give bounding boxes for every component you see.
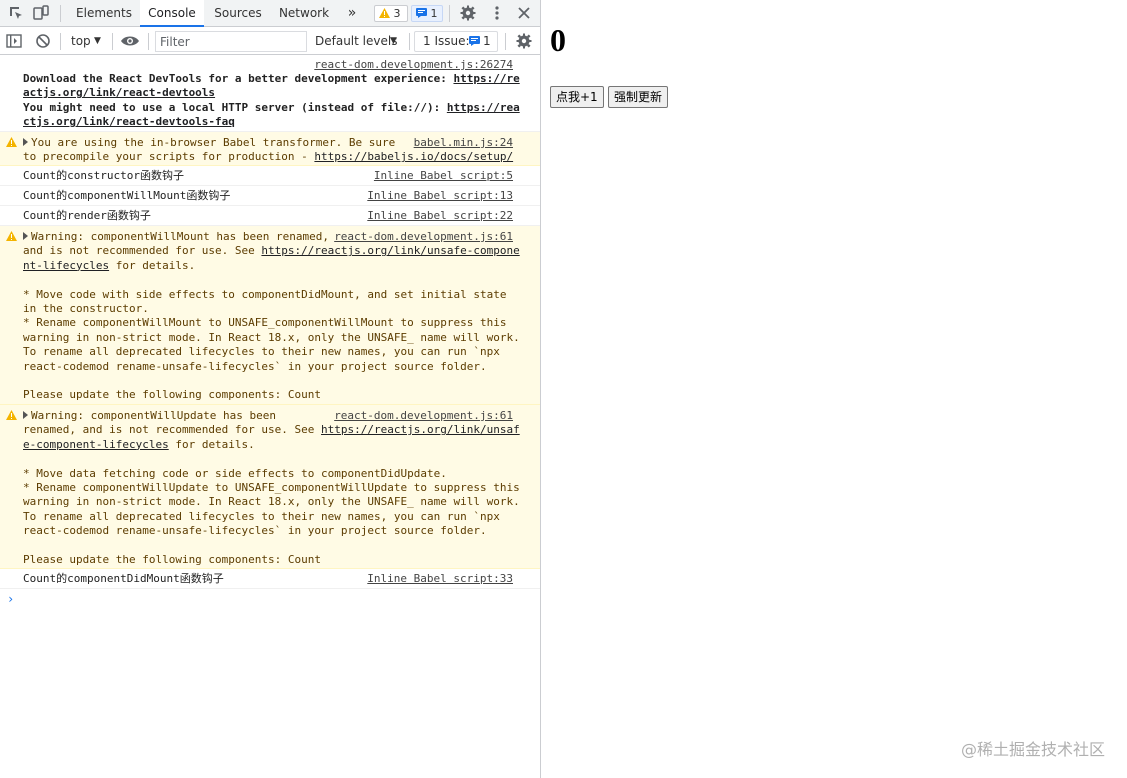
force-update-button[interactable]: 强制更新 bbox=[608, 86, 669, 108]
text: to precompile your scripts for productio… bbox=[23, 150, 315, 164]
devtools-tabbar: Elements Console Sources Network » 3 1 bbox=[0, 0, 540, 27]
console-warning: babel.min.js:24 You are using the in-bro… bbox=[0, 132, 540, 166]
text: for details. bbox=[168, 437, 255, 451]
link[interactable]: https://reactjs.org/link/unsaf bbox=[321, 423, 520, 436]
tab-network[interactable]: Network bbox=[274, 0, 334, 27]
text: * Move data fetching code or side effect… bbox=[23, 466, 520, 567]
message-text: Count的render函数钩子 bbox=[23, 209, 151, 222]
link[interactable]: actjs.org/link/react-devtools bbox=[23, 86, 215, 99]
issues-label: 1 Issue: bbox=[423, 34, 470, 48]
issues-button[interactable]: 1 Issue: 1 bbox=[414, 31, 498, 52]
page-viewport: 0 点我+1 强制更新 @稀土掘金技术社区 bbox=[542, 0, 1127, 778]
source-link[interactable]: Inline Babel script:33 bbox=[367, 572, 513, 586]
inspect-element-icon[interactable] bbox=[7, 4, 25, 22]
message-text: Warning: componentWillMount has been ren… bbox=[0, 230, 520, 403]
tab-console[interactable]: Console bbox=[140, 0, 204, 27]
chevron-down-icon: ▼ bbox=[94, 36, 101, 46]
link[interactable]: nt-lifecycles bbox=[23, 259, 109, 272]
console-warning: react-dom.development.js:61 Warning: com… bbox=[0, 405, 540, 569]
text: for details. bbox=[109, 258, 196, 272]
link[interactable]: https://babeljs.io/docs/setup/ bbox=[314, 150, 513, 163]
text: and is not recommended for use. See bbox=[23, 244, 262, 258]
count-value: 0 bbox=[550, 22, 566, 58]
tab-elements[interactable]: Elements bbox=[68, 0, 140, 27]
log-levels-dropdown[interactable]: Default levels ▼ bbox=[314, 28, 404, 55]
text: * Move code with side effects to compone… bbox=[23, 287, 520, 402]
separator bbox=[148, 33, 149, 50]
messages-badge[interactable]: 1 bbox=[411, 5, 443, 22]
link[interactable]: https://rea bbox=[447, 101, 520, 114]
issues-count: 1 bbox=[483, 34, 491, 48]
source-link[interactable]: react-dom.development.js:26274 bbox=[314, 58, 513, 72]
message-icon bbox=[469, 33, 480, 52]
console-message: Inline Babel script:33 Count的componentDi… bbox=[0, 569, 540, 589]
show-sidebar-icon[interactable] bbox=[5, 32, 23, 50]
close-icon[interactable] bbox=[515, 4, 533, 22]
message-text: Count的constructor函数钩子 bbox=[23, 169, 184, 182]
device-toolbar-icon[interactable] bbox=[32, 4, 50, 22]
console-warning: react-dom.development.js:61 Warning: com… bbox=[0, 226, 540, 405]
console-message: Inline Babel script:5 Count的constructor函… bbox=[0, 166, 540, 186]
log-levels-label: Default levels bbox=[315, 34, 398, 48]
console-message: react-dom.development.js:26274 Download … bbox=[0, 56, 540, 132]
context-value: top bbox=[71, 34, 91, 48]
message-count: 1 bbox=[430, 7, 438, 20]
separator bbox=[409, 33, 410, 50]
warning-count: 3 bbox=[393, 7, 401, 20]
text: You might need to use a local HTTP serve… bbox=[23, 100, 447, 114]
increment-button[interactable]: 点我+1 bbox=[550, 86, 604, 108]
separator bbox=[60, 33, 61, 50]
console-settings-gear-icon[interactable] bbox=[515, 32, 533, 50]
console-prompt[interactable]: › bbox=[7, 592, 14, 606]
text: renamed, and is not recommended for use.… bbox=[23, 423, 322, 437]
expand-triangle-icon[interactable] bbox=[23, 411, 28, 419]
devtools-panel: Elements Console Sources Network » 3 1 t… bbox=[0, 0, 541, 778]
context-selector[interactable]: top ▼ bbox=[66, 28, 108, 55]
link[interactable]: https://reactjs.org/link/unsafe-compone bbox=[261, 244, 519, 257]
warnings-badge[interactable]: 3 bbox=[374, 5, 408, 22]
settings-gear-icon[interactable] bbox=[459, 4, 477, 22]
more-tabs-button[interactable]: » bbox=[340, 0, 364, 27]
message-text: Download the React DevTools for a better… bbox=[0, 72, 520, 130]
console-message: Inline Babel script:22 Count的render函数钩子 bbox=[0, 206, 540, 226]
live-expression-eye-icon[interactable] bbox=[120, 32, 140, 50]
console-messages: react-dom.development.js:26274 Download … bbox=[0, 56, 540, 589]
clear-console-icon[interactable] bbox=[34, 32, 52, 50]
text: Download the React DevTools for a better… bbox=[23, 72, 454, 85]
separator bbox=[449, 5, 450, 22]
expand-triangle-icon[interactable] bbox=[23, 138, 28, 146]
chevron-down-icon: ▼ bbox=[390, 36, 397, 46]
message-text: Count的componentDidMount函数钩子 bbox=[23, 572, 224, 585]
console-message: Inline Babel script:13 Count的componentWi… bbox=[0, 186, 540, 206]
warning-icon bbox=[379, 7, 390, 20]
tab-sources[interactable]: Sources bbox=[208, 0, 268, 27]
link[interactable]: ctjs.org/link/react-devtools-faq bbox=[23, 115, 235, 128]
watermark: @稀土掘金技术社区 bbox=[960, 740, 1105, 759]
console-toolbar: top ▼ Default levels ▼ 1 Issue: 1 bbox=[0, 28, 540, 55]
text: Warning: componentWillUpdate has been bbox=[31, 409, 277, 422]
message-text: Warning: componentWillUpdate has been re… bbox=[0, 409, 520, 567]
source-link[interactable]: Inline Babel script:5 bbox=[374, 169, 513, 183]
message-text: You are using the in-browser Babel trans… bbox=[0, 136, 513, 165]
message-text: Count的componentWillMount函数钩子 bbox=[23, 189, 231, 202]
message-icon bbox=[416, 7, 427, 20]
link[interactable]: e-component-lifecycles bbox=[23, 438, 169, 451]
text: Warning: componentWillMount has been ren… bbox=[31, 230, 330, 243]
link[interactable]: https://re bbox=[453, 72, 519, 85]
separator bbox=[60, 5, 61, 22]
filter-input[interactable] bbox=[155, 31, 307, 52]
separator bbox=[112, 33, 113, 50]
separator bbox=[505, 33, 506, 50]
source-link[interactable]: Inline Babel script:13 bbox=[367, 189, 513, 203]
source-link[interactable]: Inline Babel script:22 bbox=[367, 209, 513, 223]
more-options-icon[interactable] bbox=[488, 4, 506, 22]
text: You are using the in-browser Babel trans… bbox=[31, 136, 396, 149]
expand-triangle-icon[interactable] bbox=[23, 232, 28, 240]
